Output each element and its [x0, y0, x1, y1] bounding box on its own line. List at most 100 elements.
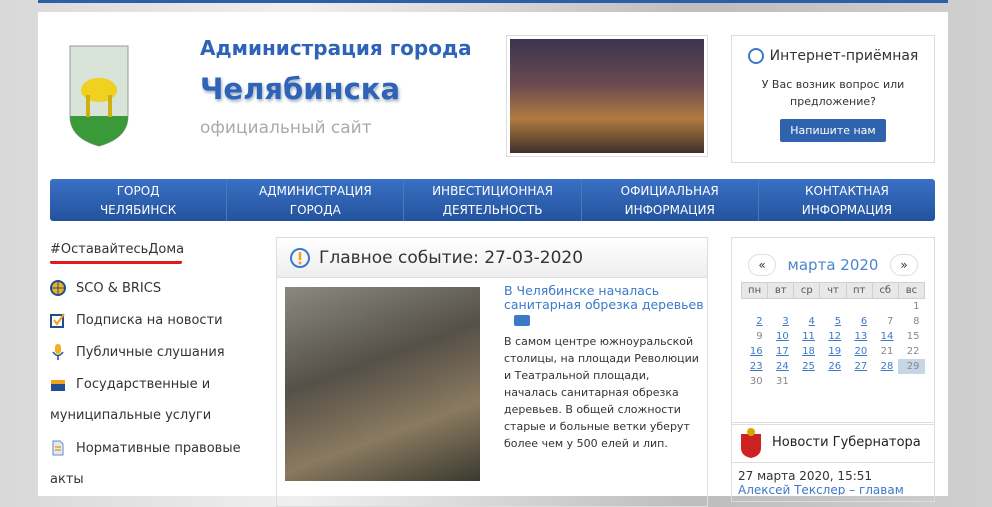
calendar-empty	[872, 299, 898, 314]
nav-contacts[interactable]: КОНТАКТНАЯ ИНФОРМАЦИЯ	[759, 179, 935, 221]
city-coat-of-arms-icon[interactable]	[68, 40, 130, 150]
calendar-day[interactable]: 26	[820, 359, 846, 374]
calendar-grid: пн вт ср чт пт сб вс 1 2 3 4 5 6 7 8 9 10 11 12 13 14 15 16 17 1…	[740, 282, 926, 389]
reception-title: Интернет-приёмная	[769, 48, 919, 64]
sidebar-item-services-cont[interactable]: муниципальные услуги	[50, 400, 270, 432]
calendar-day[interactable]: 23	[742, 359, 768, 374]
calendar-week: 16 17 18 19 20 21 22	[742, 344, 925, 359]
calendar-next-button[interactable]: »	[890, 254, 918, 276]
calendar-day[interactable]: 2	[742, 314, 768, 329]
governor-news-title: Новости Губернатора	[772, 435, 921, 450]
calendar-empty	[742, 299, 768, 314]
sidebar-item-sco-brics[interactable]: SCO & BRICS	[50, 272, 270, 304]
governor-news-link[interactable]: Алексей Текслер – главам	[732, 483, 934, 495]
site-title-line1: Администрация города	[200, 36, 472, 60]
calendar-week: 23456 7 8	[742, 314, 925, 329]
calendar-empty	[872, 374, 898, 389]
main-nav: ГОРОД ЧЕЛЯБИНСК АДМИНИСТРАЦИЯ ГОРОДА ИНВЕС…	[50, 179, 935, 221]
calendar-day[interactable]: 6	[846, 314, 872, 329]
site-subtitle: официальный сайт	[200, 118, 372, 138]
weekday-header: вт	[767, 282, 795, 299]
calendar-day[interactable]: 25	[794, 359, 820, 374]
microphone-icon	[52, 344, 64, 360]
camera-icon	[514, 315, 530, 326]
calendar-day: 1	[913, 300, 920, 312]
main-event-heading: Главное событие: 27-03-2020	[319, 247, 584, 268]
calendar-day[interactable]: 28	[872, 359, 898, 374]
reception-text: У Вас возник вопрос или предложение?	[761, 78, 905, 108]
weekday-header: сб	[871, 282, 899, 299]
page: Администрация города Челябинска официаль…	[38, 12, 948, 507]
calendar-empty	[768, 299, 794, 314]
sidebar-item-services[interactable]: Государственные и	[50, 368, 270, 400]
calendar-week: 23 24 25 26 27 28 29	[742, 358, 925, 374]
calendar-empty	[846, 299, 872, 314]
briefcase-icon	[51, 380, 65, 391]
calendar-week: 30 31	[742, 374, 925, 389]
calendar-day[interactable]: 27	[846, 359, 872, 374]
calendar-day[interactable]: 24	[768, 359, 794, 374]
news-text: В самом центре южноуральской столицы, на…	[504, 335, 699, 450]
calendar-day[interactable]: 3	[768, 314, 794, 329]
checkbox-icon	[50, 313, 65, 328]
calendar-day[interactable]: 14	[872, 329, 898, 344]
calendar-day: 22	[906, 345, 920, 357]
calendar-day: 7	[886, 315, 894, 327]
calendar-title: марта 2020	[787, 256, 879, 274]
calendar-day[interactable]: 12	[820, 329, 846, 344]
calendar-day: 21	[880, 345, 894, 357]
calendar-day: 31	[776, 375, 789, 387]
stay-home-link[interactable]: #ОставайтесьДома	[50, 242, 184, 264]
calendar-day: 29	[898, 358, 925, 374]
news-photo[interactable]	[285, 287, 480, 481]
alert-icon	[290, 247, 310, 268]
calendar-day[interactable]: 5	[820, 314, 846, 329]
calendar-day[interactable]: 10	[768, 329, 794, 344]
nav-official-info[interactable]: ОФИЦИАЛЬНАЯ ИНФОРМАЦИЯ	[582, 179, 759, 221]
calendar-day[interactable]: 19	[820, 344, 846, 359]
document-icon	[52, 440, 64, 456]
calendar: «марта 2020» пн вт ср чт пт сб вс 1 2 3 4 5 6 7 8 9 10 11…	[731, 237, 935, 425]
sidebar: #ОставайтесьДома SCO & BRICS Подписка на…	[50, 242, 270, 496]
city-photo[interactable]	[506, 35, 708, 157]
calendar-empty	[820, 299, 846, 314]
calendar-empty	[794, 299, 820, 314]
calendar-day[interactable]: 11	[794, 329, 820, 344]
site-title-line2[interactable]: Челябинска	[200, 72, 400, 106]
calendar-day: 30	[749, 375, 763, 387]
calendar-day[interactable]: 4	[794, 314, 820, 329]
calendar-day[interactable]: 16	[742, 344, 768, 359]
calendar-day[interactable]: 18	[794, 344, 820, 359]
region-coat-of-arms-icon	[741, 427, 761, 458]
sidebar-item-public-hearings[interactable]: Публичные слушания	[50, 336, 270, 368]
calendar-day[interactable]: 20	[846, 344, 872, 359]
calendar-week: 9 10 11 12 13 14 15	[742, 329, 925, 344]
sidebar-item-legal-acts-cont[interactable]: акты	[50, 464, 270, 496]
calendar-empty	[820, 374, 846, 389]
news-title-link[interactable]: В Челябинске началась санитарная обрезка…	[504, 284, 704, 329]
weekday-header: ср	[793, 282, 821, 299]
weekday-header: пн	[740, 282, 769, 299]
governor-news: Новости Губернатора 27 марта 2020, 15:51…	[731, 422, 935, 502]
weekday-header: пт	[845, 282, 873, 299]
write-us-button[interactable]: Напишите нам	[780, 119, 886, 142]
internet-reception: Интернет-приёмная У Вас возник вопрос ил…	[731, 35, 935, 163]
calendar-week: 1	[742, 299, 925, 314]
calendar-empty	[846, 374, 872, 389]
calendar-prev-button[interactable]: «	[748, 254, 776, 276]
calendar-empty	[794, 374, 820, 389]
weekday-header: вс	[897, 282, 926, 299]
calendar-empty	[898, 374, 924, 389]
calendar-day: 15	[906, 330, 920, 342]
calendar-day[interactable]: 17	[768, 344, 794, 359]
nav-city[interactable]: ГОРОД ЧЕЛЯБИНСК	[50, 179, 228, 221]
calendar-day[interactable]: 13	[846, 329, 872, 344]
chat-bubble-icon	[747, 48, 764, 64]
weekday-header: чт	[819, 282, 847, 299]
top-bar	[38, 0, 948, 3]
sidebar-item-legal-acts[interactable]: Нормативные правовые	[50, 432, 270, 464]
sidebar-item-subscribe[interactable]: Подписка на новости	[50, 304, 270, 336]
nav-investment[interactable]: ИНВЕСТИЦИОННАЯ ДЕЯТЕЛЬНОСТЬ	[404, 179, 582, 221]
calendar-day: 8	[913, 315, 920, 327]
nav-administration[interactable]: АДМИНИСТРАЦИЯ ГОРОДА	[227, 179, 405, 221]
